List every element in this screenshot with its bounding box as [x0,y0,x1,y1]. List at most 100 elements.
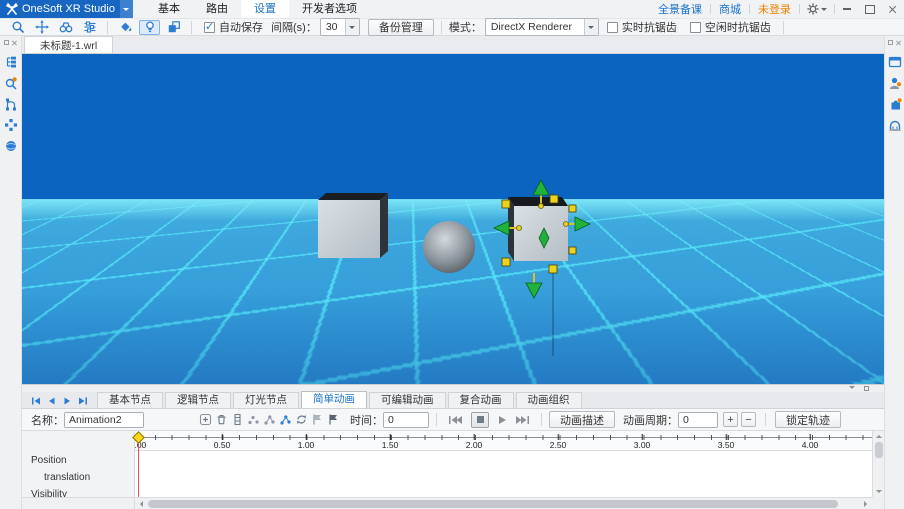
move-icon[interactable] [31,20,52,35]
tab-animation-group[interactable]: 动画组织 [516,392,582,408]
idle-aa-label: 空闲时抗锯齿 [705,19,771,35]
bulb-icon[interactable] [139,20,160,35]
scroll-left-icon[interactable] [135,498,147,509]
play-button[interactable] [493,415,511,425]
branch-active-icon[interactable] [278,412,293,428]
scroll-up-icon[interactable] [873,431,884,441]
vertical-scroll-thumb[interactable] [875,442,883,458]
film-icon[interactable] [230,412,245,428]
skip-to-start-icon[interactable] [444,415,467,425]
gray-cube[interactable] [318,193,388,258]
panorama-link[interactable]: 全景备课 [650,1,710,17]
renderer-select[interactable]: DirectX Renderer [485,18,599,36]
panel-pin-icon[interactable] [4,40,9,45]
filter-icon[interactable] [79,20,100,35]
tab-simple-animation[interactable]: 简单动画 [301,391,367,408]
animation-name-input[interactable] [64,412,144,428]
ruler-label: 0.50 [214,440,231,450]
time-input[interactable] [383,412,429,428]
scroll-right-icon[interactable] [860,498,872,509]
keyframe-area[interactable] [135,451,872,497]
tab-composite-animation[interactable]: 复合动画 [448,392,514,408]
timeline-panel: Position translation Visibility 0.00 0.5… [22,431,884,509]
stop-button[interactable] [471,412,489,428]
period-increase-button[interactable]: + [723,412,738,427]
branch-icon[interactable] [262,412,277,428]
animation-describe-button[interactable]: 动画描述 [549,411,615,428]
hierarchy-icon[interactable] [3,96,18,111]
skip-to-end-icon[interactable] [511,415,534,425]
tab-editable-animation[interactable]: 可编辑动画 [369,392,446,408]
menu-basic[interactable]: 基本 [145,0,193,18]
resource-icon[interactable] [887,117,902,132]
realtime-aa-checkbox[interactable]: 实时抗锯齿 [607,19,677,35]
panel-pin-icon[interactable] [888,40,893,45]
badge-icon[interactable] [887,75,902,90]
globe-icon[interactable] [3,138,18,153]
close-panel-icon[interactable] [863,386,870,392]
scatter-icon[interactable] [246,412,261,428]
clone-icon[interactable] [163,20,184,35]
lock-track-button[interactable]: 锁定轨迹 [775,411,841,428]
timeline-ruler[interactable]: 0.00 0.50 1.00 1.50 2.00 2.50 3.00 3.50 … [135,431,872,451]
search-icon[interactable] [7,20,28,35]
tab-basic-nodes[interactable]: 基本节点 [97,392,163,408]
fill-icon[interactable] [115,20,136,35]
nodes-icon[interactable] [3,117,18,132]
renderer-value: DirectX Renderer [486,21,584,33]
tab-light-nodes[interactable]: 灯光节点 [233,392,299,408]
menu-settings[interactable]: 设置 [241,0,289,18]
chevron-down-icon [345,19,359,35]
outline-icon[interactable] [3,54,18,69]
store-link[interactable]: 商城 [711,1,749,17]
ruler-label: 3.50 [718,440,735,450]
restore-button[interactable] [858,0,881,18]
settings-gear-icon[interactable] [800,3,834,15]
viewport-3d[interactable] [22,54,884,384]
plugin-icon[interactable] [887,96,902,111]
autosave-checkbox[interactable]: 自动保存 [204,19,263,35]
interval-label: 间隔(s)： [271,19,317,35]
gray-sphere[interactable] [423,221,475,273]
collapse-panel-icon[interactable] [848,386,855,392]
flag-end-icon[interactable] [326,412,341,428]
loop-icon[interactable] [294,412,309,428]
tab-logic-nodes[interactable]: 逻辑节点 [165,392,231,408]
selected-cube[interactable] [494,180,590,356]
delete-icon[interactable] [214,412,229,428]
menu-developer-options[interactable]: 开发者选项 [289,0,370,18]
idle-aa-checkbox[interactable]: 空闲时抗锯齿 [690,19,771,35]
login-link[interactable]: 未登录 [750,1,799,17]
track-row-translation[interactable]: translation [22,469,133,486]
horizontal-scroll-thumb[interactable] [148,500,838,508]
period-decrease-button[interactable]: − [741,412,756,427]
bottom-tabbar: 基本节点 逻辑节点 灯光节点 简单动画 可编辑动画 复合动画 动画组织 [22,392,884,409]
binoculars-icon[interactable] [55,20,76,35]
interval-select[interactable]: 30 [320,18,360,36]
scroll-down-icon[interactable] [873,487,884,497]
timeline-horizontal-scrollbar[interactable] [135,497,872,509]
panel-close-icon[interactable] [896,40,901,45]
browser-icon[interactable] [887,54,902,69]
search-gear-icon[interactable] [3,75,18,90]
document-tab[interactable]: 未标题-1.wrl [24,36,113,53]
flag-start-icon[interactable] [310,412,325,428]
app-menu-caret-icon[interactable] [120,0,133,18]
next-tab-icon[interactable] [63,397,71,405]
chevron-down-icon [584,19,598,35]
close-button[interactable] [881,0,904,18]
add-keyframe-icon[interactable] [198,412,213,428]
panel-splitter[interactable] [22,384,884,392]
menu-route[interactable]: 路由 [193,0,241,18]
timeline-vertical-scrollbar[interactable] [872,431,884,497]
last-tab-icon[interactable] [78,397,88,405]
menubar: 基本 路由 设置 开发者选项 [145,0,370,18]
backup-manage-button[interactable]: 备份管理 [368,19,434,36]
period-input[interactable] [678,412,718,428]
prev-tab-icon[interactable] [48,397,56,405]
playhead[interactable] [138,437,139,497]
panel-close-icon[interactable] [12,40,17,45]
track-row-position[interactable]: Position [22,452,133,469]
minimize-button[interactable] [835,0,858,18]
first-tab-icon[interactable] [31,397,41,405]
